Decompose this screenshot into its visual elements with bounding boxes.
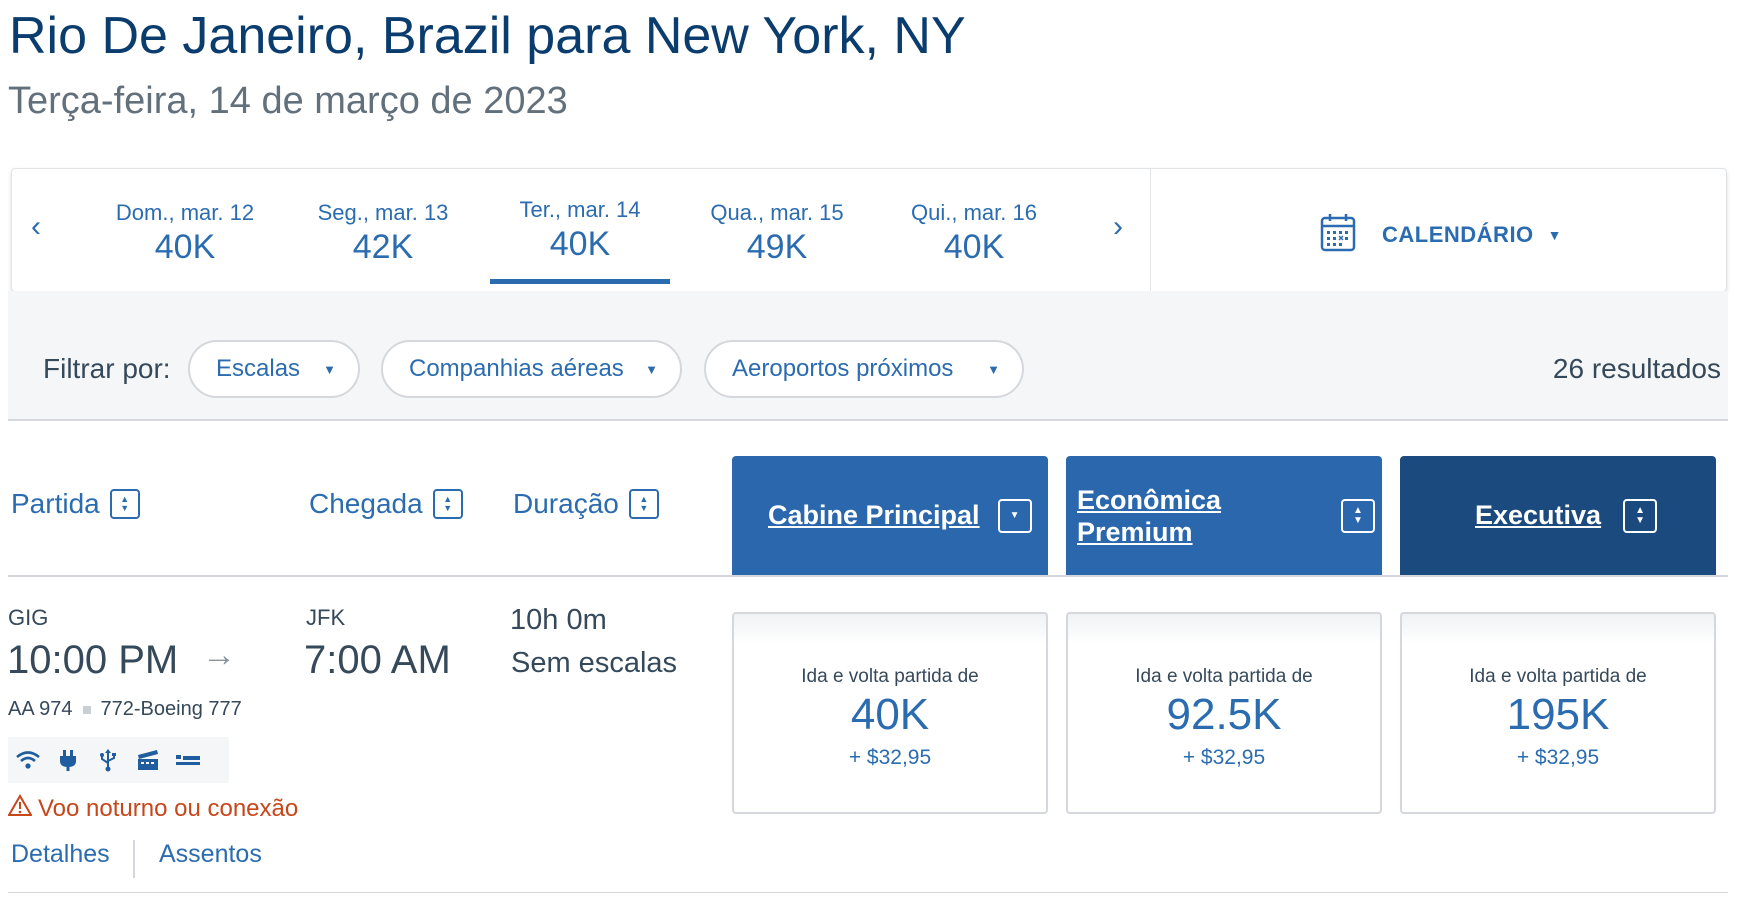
date-option-sun-mar-12[interactable]: Dom., mar. 12 40K — [95, 200, 275, 267]
sort-departure-button[interactable]: Partida ▲ ▼ — [11, 488, 140, 520]
usb-icon — [88, 748, 128, 772]
sort-duration-button[interactable]: Duração ▲ ▼ — [513, 488, 659, 520]
warning-icon — [7, 794, 33, 823]
arrival-time: 7:00 AM — [304, 638, 451, 682]
fare-label: Ida e volta partida de — [801, 666, 979, 687]
arrow-right-icon: → — [202, 636, 236, 674]
fare-taxes: + $32,95 — [1182, 746, 1266, 769]
fare-label: Ida e volta partida de — [1469, 666, 1647, 687]
flight-number: AA 974 — [8, 698, 73, 720]
power-outlet-icon — [48, 749, 88, 771]
date-label: Ter., mar. 14 — [519, 197, 641, 222]
chevron-down-icon: ▼ — [987, 361, 1000, 377]
seats-link[interactable]: Assentos — [159, 840, 262, 869]
filter-nearby-airports-dropdown[interactable]: Aeroportos próximos ▼ — [704, 340, 1024, 398]
lie-flat-seat-icon — [168, 752, 208, 768]
header-divider — [8, 575, 1728, 577]
date-label: Qua., mar. 15 — [710, 200, 844, 225]
date-points: 40K — [943, 228, 1005, 266]
date-option-wed-mar-15[interactable]: Qua., mar. 15 49K — [687, 200, 867, 267]
date-points: 49K — [746, 228, 808, 266]
date-option-thu-mar-16[interactable]: Qui., mar. 16 40K — [884, 200, 1064, 267]
date-option-mon-mar-13[interactable]: Seg., mar. 13 42K — [293, 200, 473, 267]
sort-icon: ▲ ▼ — [109, 489, 140, 519]
date-points: 40K — [549, 225, 611, 263]
page-subtitle: Terça-feira, 14 de março de 2023 — [8, 80, 568, 122]
fare-points: 92.5K — [1166, 690, 1282, 739]
separator-dot — [82, 705, 91, 714]
fare-points: 195K — [1506, 690, 1610, 739]
cabin-business-header[interactable]: Executiva ▲ ▼ — [1400, 456, 1716, 575]
flight-stops: Sem escalas — [511, 647, 678, 679]
entertainment-icon — [128, 749, 168, 771]
date-strip-divider — [1150, 168, 1151, 292]
overnight-warning: Voo noturno ou conexão — [7, 794, 299, 823]
results-count: 26 resultados — [1552, 353, 1721, 384]
chevron-down-icon: ▼ — [1547, 226, 1562, 243]
fare-label: Ida e volta partida de — [1135, 666, 1313, 687]
cabin-main-label: Cabine Principal — [768, 500, 980, 530]
overnight-warning-text: Voo noturno ou conexão — [38, 794, 299, 822]
destination-airport: JFK — [306, 605, 346, 630]
dropdown-icon: ▼ — [997, 498, 1032, 533]
sort-icon: ▲ ▼ — [432, 489, 463, 519]
filter-airlines-dropdown[interactable]: Companhias aéreas ▼ — [381, 340, 682, 398]
link-separator — [133, 840, 135, 878]
flight-duration: 10h 0m — [510, 604, 607, 636]
departure-header: Partida — [11, 488, 100, 519]
details-link[interactable]: Detalhes — [11, 840, 110, 869]
filter-stops-label: Escalas — [216, 355, 301, 382]
calendar-label: CALENDÁRIO — [1382, 221, 1534, 247]
sort-arrival-button[interactable]: Chegada ▲ ▼ — [309, 488, 463, 520]
fare-premium-economy[interactable]: Ida e volta partida de 92.5K + $32,95 — [1066, 612, 1382, 814]
date-label: Dom., mar. 12 — [115, 200, 255, 225]
date-label: Qui., mar. 16 — [911, 200, 1037, 225]
sort-icon: ▲ ▼ — [628, 489, 659, 519]
date-option-tue-mar-14[interactable]: Ter., mar. 14 40K — [490, 197, 670, 264]
fare-main-cabin[interactable]: Ida e volta partida de 40K + $32,95 — [732, 612, 1048, 814]
selected-date-indicator — [490, 279, 670, 284]
prev-dates-button[interactable]: ‹ — [31, 212, 41, 242]
chevron-down-icon: ▼ — [645, 361, 658, 377]
duration-header: Duração — [513, 488, 619, 519]
departure-time: 10:00 PM — [7, 638, 179, 682]
page-title: Rio De Janeiro, Brazil para New York, NY — [9, 7, 966, 65]
fare-taxes: + $32,95 — [848, 746, 932, 769]
date-label: Seg., mar. 13 — [317, 200, 449, 225]
filter-airlines-label: Companhias aéreas — [409, 355, 624, 382]
amenities-bar — [8, 737, 229, 783]
next-dates-button[interactable]: › — [1113, 212, 1123, 242]
flight-info: AA 974 772-Boeing 777 — [8, 698, 242, 721]
cabin-premium-economy-header[interactable]: Econômica Premium ▲ ▼ — [1066, 456, 1382, 575]
calendar-icon — [1320, 212, 1356, 257]
aircraft-type: 772-Boeing 777 — [100, 698, 242, 720]
cabin-main-header[interactable]: Cabine Principal ▼ — [732, 456, 1048, 575]
row-divider — [8, 892, 1728, 893]
date-points: 40K — [154, 228, 216, 266]
fare-business[interactable]: Ida e volta partida de 195K + $32,95 — [1400, 612, 1716, 814]
sort-icon: ▲ ▼ — [1341, 498, 1375, 533]
arrival-header: Chegada — [309, 488, 423, 519]
cabin-business-label: Executiva — [1475, 500, 1602, 530]
fare-points: 40K — [850, 690, 930, 739]
sort-icon: ▲ ▼ — [1623, 498, 1658, 533]
filter-nearby-airports-label: Aeroportos próximos — [732, 355, 954, 382]
filter-label: Filtrar por: — [43, 353, 171, 384]
fare-taxes: + $32,95 — [1516, 746, 1600, 769]
date-points: 42K — [352, 228, 414, 266]
origin-airport: GIG — [8, 605, 49, 630]
filter-stops-dropdown[interactable]: Escalas ▼ — [188, 340, 360, 398]
cabin-premium-economy-label: Econômica Premium — [1077, 484, 1222, 547]
chevron-down-icon: ▼ — [323, 361, 336, 377]
calendar-button[interactable]: CALENDÁRIO ▼ — [1320, 212, 1562, 257]
wifi-icon — [8, 750, 48, 770]
